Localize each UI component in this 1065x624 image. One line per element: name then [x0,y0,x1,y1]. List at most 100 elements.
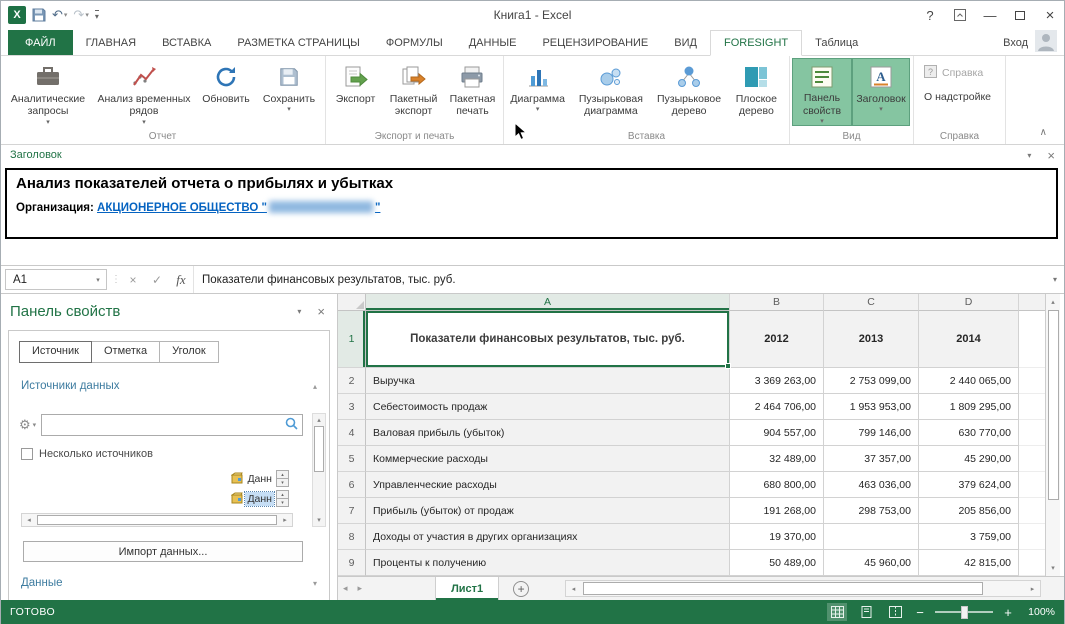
tab-foresight[interactable]: FORESIGHT [709,30,803,56]
cell-a9[interactable]: Проценты к получению [366,550,730,576]
cell-b4[interactable]: 904 557,00 [730,420,824,446]
tab-insert[interactable]: ВСТАВКА [149,30,224,55]
source-search-input[interactable] [46,419,285,431]
cell-d9[interactable]: 42 815,00 [919,550,1019,576]
excel-app-icon[interactable]: X [8,6,26,24]
cell-d6[interactable]: 379 624,00 [919,472,1019,498]
zoom-slider[interactable] [935,605,993,619]
tab-home[interactable]: ГЛАВНАЯ [73,30,149,55]
vscroll-thumb[interactable] [1047,310,1059,500]
tab-view[interactable]: ВИД [661,30,710,55]
tab-review[interactable]: РЕЦЕНЗИРОВАНИЕ [529,30,661,55]
scroll-up-icon[interactable]: ▴ [1051,294,1055,310]
tab-file[interactable]: ФАЙЛ [8,30,73,55]
sources-vscrollbar[interactable]: ▴ ▾ [312,413,326,527]
row-header-7[interactable]: 7 [338,498,366,524]
scroll-right-icon[interactable]: ▸ [1025,585,1040,593]
source-list-item-selected[interactable]: Данн ▴ ▾ [21,489,293,509]
properties-panel-menu-icon[interactable]: ▾ [297,307,301,316]
sheet-vscrollbar[interactable]: ▴ ▾ [1045,294,1060,576]
cell-d3[interactable]: 1 809 295,00 [919,394,1019,420]
vscroll-thumb[interactable] [314,426,324,472]
page-break-view-icon[interactable] [885,603,905,621]
cell-b6[interactable]: 680 800,00 [730,472,824,498]
cell-b7[interactable]: 191 268,00 [730,498,824,524]
report-header-box[interactable]: Анализ показателей отчета о прибылях и у… [5,168,1058,239]
export-button[interactable]: Экспорт [328,58,383,126]
cell-e3[interactable] [1019,394,1045,420]
scroll-left-icon[interactable]: ◂ [566,585,581,593]
cell-c2[interactable]: 2 753 099,00 [824,368,919,394]
row-header-6[interactable]: 6 [338,472,366,498]
item-spinner[interactable]: ▴ ▾ [276,490,289,507]
expand-section-icon[interactable]: ▾ [313,579,317,588]
bubble-chart-button[interactable]: Пузырьковая диаграмма [569,58,652,126]
scroll-up-icon[interactable]: ▴ [317,414,321,426]
scroll-right-icon[interactable]: ▸ [278,516,292,524]
cell-c5[interactable]: 37 357,00 [824,446,919,472]
tab-mark[interactable]: Отметка [90,341,161,363]
cell-a2[interactable]: Выручка [366,368,730,394]
hscroll-thumb[interactable] [37,515,277,525]
cell-d5[interactable]: 45 290,00 [919,446,1019,472]
row-header-5[interactable]: 5 [338,446,366,472]
name-box[interactable]: A1 ▾ [5,269,107,290]
expand-formula-bar-icon[interactable]: ▾ [1045,266,1065,293]
source-list-item[interactable]: Данн ▴ ▾ [21,469,293,489]
formula-bar-handle[interactable]: ⋮ [111,266,121,293]
save-icon[interactable] [32,8,46,22]
new-sheet-icon[interactable]: + [513,580,530,597]
import-data-button[interactable]: Импорт данных... [23,541,303,562]
batch-print-button[interactable]: Пакетная печать [444,58,501,126]
cell-c1[interactable]: 2013 [824,311,919,368]
refresh-button[interactable]: Обновить [194,58,258,126]
header-panel-close-icon[interactable]: × [1047,148,1055,163]
cell-b5[interactable]: 32 489,00 [730,446,824,472]
cell-e4[interactable] [1019,420,1045,446]
zoom-level[interactable]: 100% [1023,606,1055,618]
column-header-c[interactable]: C [824,294,919,311]
analytic-queries-button[interactable]: Аналитические запросы ▾ [2,58,94,126]
cell-d1[interactable]: 2014 [919,311,1019,368]
bubble-tree-button[interactable]: Пузырьковое дерево [652,58,725,126]
cell-d2[interactable]: 2 440 065,00 [919,368,1019,394]
zoom-slider-thumb[interactable] [961,605,968,619]
cell-e5[interactable] [1019,446,1045,472]
cell-b1[interactable]: 2012 [730,311,824,368]
cell-e8[interactable] [1019,524,1045,550]
scroll-left-icon[interactable]: ◂ [22,516,36,524]
cell-c6[interactable]: 463 036,00 [824,472,919,498]
cell-e9[interactable] [1019,550,1045,576]
redo-button[interactable]: ↷ ▾ [73,7,88,23]
cell-c3[interactable]: 1 953 953,00 [824,394,919,420]
cell-e2[interactable] [1019,368,1045,394]
cell-a3[interactable]: Себестоимость продаж [366,394,730,420]
item-spinner[interactable]: ▴ ▾ [276,470,289,487]
cell-a5[interactable]: Коммерческие расходы [366,446,730,472]
collapse-ribbon-icon[interactable]: ∧ [1040,127,1047,138]
column-header-d[interactable]: D [919,294,1019,311]
row-header-8[interactable]: 8 [338,524,366,550]
minimize-icon[interactable]: — [975,0,1005,30]
ribbon-display-options-icon[interactable] [945,0,975,30]
customize-quick-access-icon[interactable]: ▾ [94,9,99,21]
tab-page-layout[interactable]: РАЗМЕТКА СТРАНИЦЫ [224,30,372,55]
sheet-nav-right-icon[interactable]: ▸ [353,583,368,594]
search-icon[interactable] [285,417,298,433]
cell-c9[interactable]: 45 960,00 [824,550,919,576]
formula-input[interactable]: Показатели финансовых результатов, тыс. … [193,266,1045,293]
normal-view-icon[interactable] [827,603,847,621]
organization-link[interactable]: АКЦИОНЕРНОЕ ОБЩЕСТВО " " [97,201,380,214]
maximize-icon[interactable] [1005,0,1035,30]
cell-b3[interactable]: 2 464 706,00 [730,394,824,420]
cell-b8[interactable]: 19 370,00 [730,524,824,550]
cell-a1[interactable]: Показатели финансовых результатов, тыс. … [366,311,731,369]
row-header-1[interactable]: 1 [338,311,366,368]
properties-panel-close-icon[interactable]: × [317,304,325,319]
row-header-9[interactable]: 9 [338,550,366,576]
header-toggle[interactable]: A Заголовок ▾ [852,58,910,126]
help-icon[interactable]: ? [915,0,945,30]
row-header-3[interactable]: 3 [338,394,366,420]
multiple-sources-checkbox[interactable] [21,448,33,460]
name-box-caret-icon[interactable]: ▾ [90,276,106,284]
